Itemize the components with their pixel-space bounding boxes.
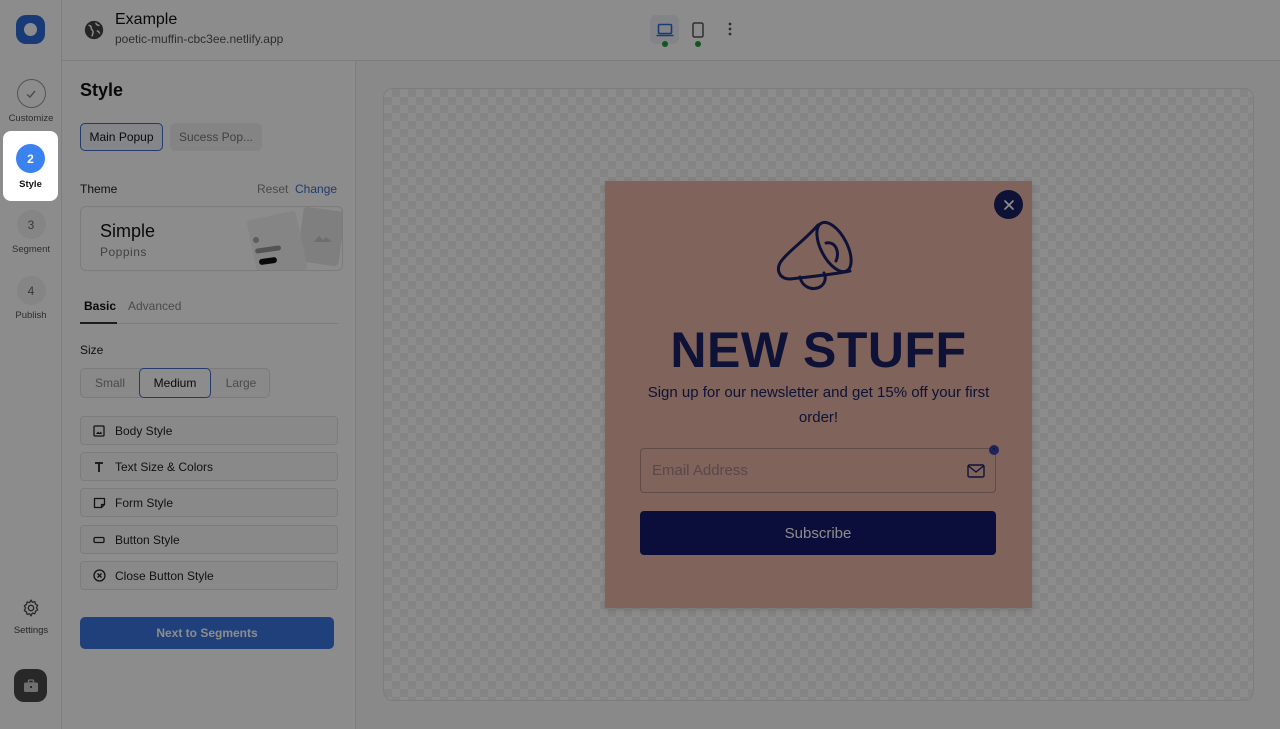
close-circle-icon — [92, 569, 106, 583]
phone-icon — [691, 21, 704, 38]
theme-reset-link[interactable]: Reset — [257, 182, 288, 196]
step-number: 2 — [16, 144, 45, 173]
theme-card[interactable]: Simple Poppins — [80, 206, 343, 271]
gear-icon — [23, 599, 39, 617]
more-options-button[interactable] — [720, 17, 740, 41]
required-marker: * — [989, 445, 999, 455]
style-item-label: Form Style — [115, 495, 174, 510]
text-size-colors-button[interactable]: Text Size & Colors — [80, 452, 338, 481]
email-field[interactable] — [640, 448, 996, 493]
next-to-segments-button[interactable]: Next to Segments — [80, 617, 334, 649]
text-icon — [92, 460, 106, 474]
megaphone-icon — [776, 220, 853, 291]
top-bar: Example poetic-muffin-cbc3ee.netlify.app — [62, 0, 1280, 61]
size-option-small[interactable]: Small — [81, 369, 139, 397]
check-icon — [16, 79, 46, 108]
tab-success-popup[interactable]: Sucess Pop... — [170, 123, 262, 151]
left-rail: Customize 3 Segment 4 Publish Settings — [0, 0, 62, 729]
site-title: Example — [115, 11, 178, 28]
size-selector: Small Medium Large — [80, 368, 270, 398]
briefcase-button[interactable] — [14, 669, 47, 702]
status-dot — [662, 41, 668, 47]
style-item-label: Body Style — [115, 423, 173, 438]
settings-button[interactable]: Settings — [0, 598, 62, 636]
button-icon — [92, 533, 106, 547]
theme-label: Theme — [80, 182, 118, 196]
theme-preview-illustration — [246, 207, 342, 270]
close-button-style-button[interactable]: Close Button Style — [80, 561, 338, 590]
theme-font: Poppins — [100, 245, 147, 259]
button-style-button[interactable]: Button Style — [80, 525, 338, 554]
more-vertical-icon — [728, 22, 732, 36]
settings-label: Settings — [13, 625, 49, 636]
mobile-preview-button[interactable] — [683, 15, 712, 44]
mail-icon — [967, 464, 985, 478]
theme-name: Simple — [100, 221, 156, 241]
step-label: Segment — [11, 244, 51, 255]
app-logo[interactable] — [16, 15, 45, 44]
active-tab-indicator — [80, 322, 117, 324]
step-label: Publish — [15, 310, 47, 321]
step-publish[interactable]: 4 Publish — [0, 276, 62, 321]
panel-title: Style — [80, 80, 124, 100]
desktop-preview-button[interactable] — [650, 15, 679, 44]
site-url[interactable]: poetic-muffin-cbc3ee.netlify.app — [115, 32, 283, 46]
size-label: Size — [80, 343, 104, 357]
size-option-large[interactable]: Large — [211, 369, 271, 397]
theme-change-link[interactable]: Change — [295, 182, 337, 196]
step-style[interactable]: 2 Style — [3, 131, 58, 201]
status-dot — [695, 41, 701, 47]
close-icon — [1003, 199, 1014, 210]
style-item-label: Button Style — [115, 532, 180, 547]
step-segment[interactable]: 3 Segment — [0, 210, 62, 255]
style-panel: Style Main Popup Sucess Pop... Theme Res… — [62, 61, 356, 729]
tab-advanced[interactable]: Advanced — [128, 299, 181, 313]
style-subtabs: Basic Advanced — [80, 291, 338, 324]
popup-preview[interactable]: NEW STUFF Sign up for our newsletter and… — [605, 181, 1032, 608]
step-customize[interactable]: Customize — [0, 79, 62, 124]
step-number: 3 — [16, 210, 46, 239]
form-icon — [92, 496, 106, 510]
globe-icon — [84, 20, 104, 40]
size-option-medium[interactable]: Medium — [139, 368, 211, 398]
image-icon — [92, 424, 106, 438]
style-item-label: Text Size & Colors — [115, 459, 214, 474]
body-style-button[interactable]: Body Style — [80, 416, 338, 445]
style-item-label: Close Button Style — [115, 568, 214, 583]
tab-main-popup[interactable]: Main Popup — [80, 123, 163, 151]
briefcase-icon — [23, 678, 38, 692]
step-number: 4 — [16, 276, 46, 305]
popup-headline: NEW STUFF — [670, 322, 967, 378]
step-label: Style — [19, 179, 42, 190]
form-style-button[interactable]: Form Style — [80, 488, 338, 517]
popup-subtext: Sign up for our newsletter and get 15% o… — [647, 384, 990, 426]
email-input[interactable] — [641, 449, 961, 492]
popup-close-button[interactable] — [994, 190, 1023, 219]
laptop-icon — [656, 23, 673, 36]
tab-basic[interactable]: Basic — [84, 299, 116, 313]
subscribe-button[interactable]: Subscribe — [640, 511, 996, 555]
step-label: Customize — [8, 113, 54, 124]
